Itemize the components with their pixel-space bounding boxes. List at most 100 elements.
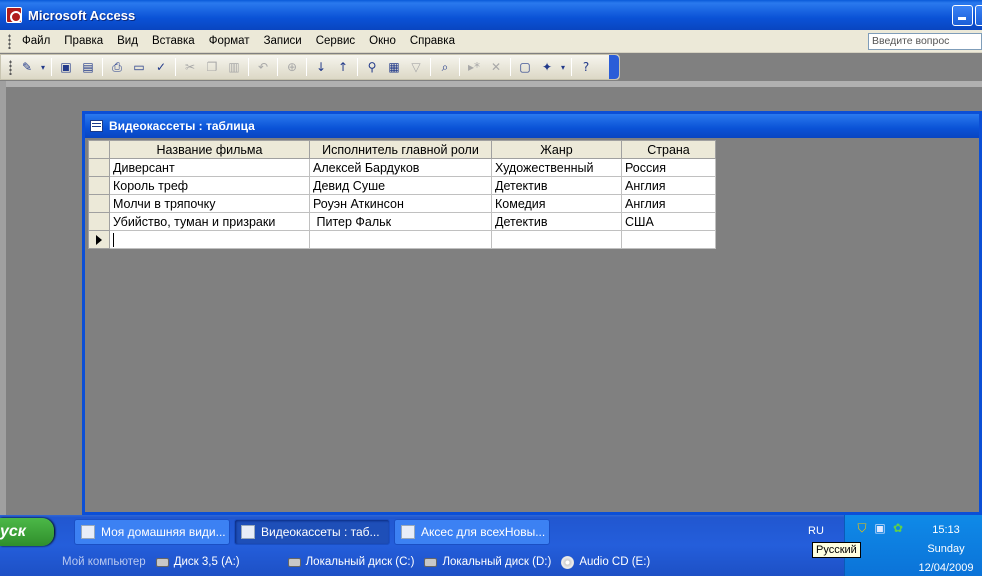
hard-disk-icon xyxy=(424,557,438,567)
security-shield-icon[interactable]: ⛉ xyxy=(855,521,869,535)
cell-genre[interactable]: Художественный xyxy=(491,158,622,177)
cell-lead-actor[interactable]: Питер Фальк xyxy=(309,212,492,231)
clock[interactable]: 15:13 Sunday 12/04/2009 xyxy=(916,521,976,576)
record-selector[interactable] xyxy=(88,212,110,231)
cell-lead-actor[interactable]: Роуэн Аткинсон xyxy=(309,194,492,213)
floppy-drive-a[interactable]: Диск 3,5 (A:) xyxy=(155,556,240,568)
table-window-title: Видеокассеты : таблица xyxy=(109,119,255,133)
new-cell-title[interactable] xyxy=(109,230,310,249)
paste-icon[interactable]: ▥ xyxy=(224,57,244,77)
menu-format[interactable]: Формат xyxy=(202,35,257,47)
delete-record-icon[interactable]: ✕ xyxy=(486,57,506,77)
cell-title[interactable]: Король треф xyxy=(109,176,310,195)
cell-genre[interactable]: Детектив xyxy=(491,176,622,195)
current-record-selector[interactable] xyxy=(88,230,110,249)
table-window-title-bar[interactable]: Видеокассеты : таблица xyxy=(85,114,979,138)
start-button[interactable]: уск xyxy=(0,518,54,546)
new-cell-country[interactable] xyxy=(621,230,716,249)
my-computer-link[interactable]: Мой компьютер xyxy=(62,556,146,568)
column-header-title[interactable]: Название фильма xyxy=(109,140,310,159)
new-record-icon[interactable]: ▸* xyxy=(464,57,484,77)
table-row: Молчи в тряпочку Роуэн Аткинсон Комедия … xyxy=(88,194,716,213)
access-app-icon[interactable] xyxy=(6,7,22,23)
antivirus-icon[interactable]: ✿ xyxy=(891,521,905,535)
cell-title[interactable]: Диверсант xyxy=(109,158,310,177)
toolbar-options-icon[interactable] xyxy=(609,55,619,79)
audio-cd-e[interactable]: Audio CD (E:) xyxy=(561,555,651,569)
toolbar-separator xyxy=(571,58,572,76)
cell-lead-actor[interactable]: Девид Суше xyxy=(309,176,492,195)
record-selector[interactable] xyxy=(88,194,110,213)
undo-icon[interactable]: ↶ xyxy=(253,57,273,77)
menubar-grip[interactable] xyxy=(8,33,11,49)
toolbar-grip[interactable] xyxy=(9,59,12,75)
record-selector[interactable] xyxy=(88,176,110,195)
menu-insert[interactable]: Вставка xyxy=(145,35,202,47)
language-indicator[interactable]: RU xyxy=(808,525,824,537)
app-title-bar[interactable]: Microsoft Access xyxy=(0,0,982,30)
select-all-corner[interactable] xyxy=(88,140,110,159)
database-window-icon[interactable]: ▢ xyxy=(515,57,535,77)
minimize-button[interactable] xyxy=(952,5,973,26)
maximize-button[interactable] xyxy=(975,5,982,26)
print-icon[interactable]: ⎙ xyxy=(107,57,127,77)
menu-edit[interactable]: Правка xyxy=(57,35,110,47)
menu-tools[interactable]: Сервис xyxy=(309,35,362,47)
cell-country[interactable]: США xyxy=(621,212,716,231)
design-view-icon[interactable]: ✎ xyxy=(17,57,37,77)
menu-help[interactable]: Справка xyxy=(403,35,462,47)
record-selector[interactable] xyxy=(88,158,110,177)
save-as-icon[interactable]: ▤ xyxy=(78,57,98,77)
local-disk-c[interactable]: Локальный диск (C:) xyxy=(287,556,414,568)
menu-window[interactable]: Окно xyxy=(362,35,403,47)
table-icon[interactable] xyxy=(90,120,103,132)
help-icon[interactable]: ? xyxy=(576,57,596,77)
help-question-input[interactable]: Введите вопрос xyxy=(868,33,982,50)
cell-genre[interactable]: Детектив xyxy=(491,212,622,231)
cut-icon[interactable]: ✂ xyxy=(180,57,200,77)
taskbar-item-word-document[interactable]: Аксес для всехНовы... xyxy=(394,519,550,545)
sort-descending-icon[interactable]: ↑ xyxy=(333,57,353,77)
new-cell-genre[interactable] xyxy=(491,230,622,249)
toolbar-separator xyxy=(175,58,176,76)
local-disk-d[interactable]: Локальный диск (D:) xyxy=(424,556,551,568)
save-icon[interactable]: ▣ xyxy=(56,57,76,77)
filter-by-selection-icon[interactable]: ⚲ xyxy=(362,57,382,77)
taskbar-item-videocassettes[interactable]: Видеокассеты : таб... xyxy=(234,519,390,545)
database-toolbar: ✎ ▾ ▣ ▤ ⎙ ▭ ✓ ✂ ❐ ▥ ↶ ⊕ ↓ ↑ ⚲ ▦ ▽ ⌕ ▸* ✕… xyxy=(0,54,620,80)
column-header-genre[interactable]: Жанр xyxy=(491,140,622,159)
cell-genre[interactable]: Комедия xyxy=(491,194,622,213)
menu-records[interactable]: Записи xyxy=(257,35,309,47)
column-header-lead-actor[interactable]: Исполнитель главной роли xyxy=(309,140,492,159)
network-icon[interactable]: ▣ xyxy=(873,521,887,535)
view-dropdown-icon[interactable]: ▾ xyxy=(39,57,47,77)
cell-country[interactable]: Англия xyxy=(621,176,716,195)
menu-file[interactable]: Файл xyxy=(15,35,57,47)
copy-icon[interactable]: ❐ xyxy=(202,57,222,77)
cell-country[interactable]: Англия xyxy=(621,194,716,213)
print-preview-icon[interactable]: ▭ xyxy=(129,57,149,77)
drive-label: Диск 3,5 (A:) xyxy=(173,556,240,568)
spelling-icon[interactable]: ✓ xyxy=(151,57,171,77)
cell-country[interactable]: Россия xyxy=(621,158,716,177)
new-object-icon[interactable]: ✦ xyxy=(537,57,557,77)
hyperlink-icon[interactable]: ⊕ xyxy=(282,57,302,77)
new-object-dropdown-icon[interactable]: ▾ xyxy=(559,57,567,77)
cell-lead-actor[interactable]: Алексей Бардуков xyxy=(309,158,492,177)
floppy-drive-icon xyxy=(155,557,169,567)
apply-filter-icon[interactable]: ▽ xyxy=(406,57,426,77)
cell-title[interactable]: Убийство, туман и призраки xyxy=(109,212,310,231)
toolbar-separator xyxy=(357,58,358,76)
filter-by-form-icon[interactable]: ▦ xyxy=(384,57,404,77)
sort-ascending-icon[interactable]: ↓ xyxy=(311,57,331,77)
language-tooltip: Русский xyxy=(812,542,861,558)
taskbar-item-home-video[interactable]: Моя домашняя види... xyxy=(74,519,230,545)
cell-title[interactable]: Молчи в тряпочку xyxy=(109,194,310,213)
tray-icons: ⛉ ▣ ✿ xyxy=(855,521,905,535)
hard-disk-icon xyxy=(287,557,301,567)
drive-label: Audio CD (E:) xyxy=(579,556,651,568)
find-icon[interactable]: ⌕ xyxy=(435,57,455,77)
new-cell-lead-actor[interactable] xyxy=(309,230,492,249)
menu-view[interactable]: Вид xyxy=(110,35,145,47)
column-header-country[interactable]: Страна xyxy=(621,140,716,159)
